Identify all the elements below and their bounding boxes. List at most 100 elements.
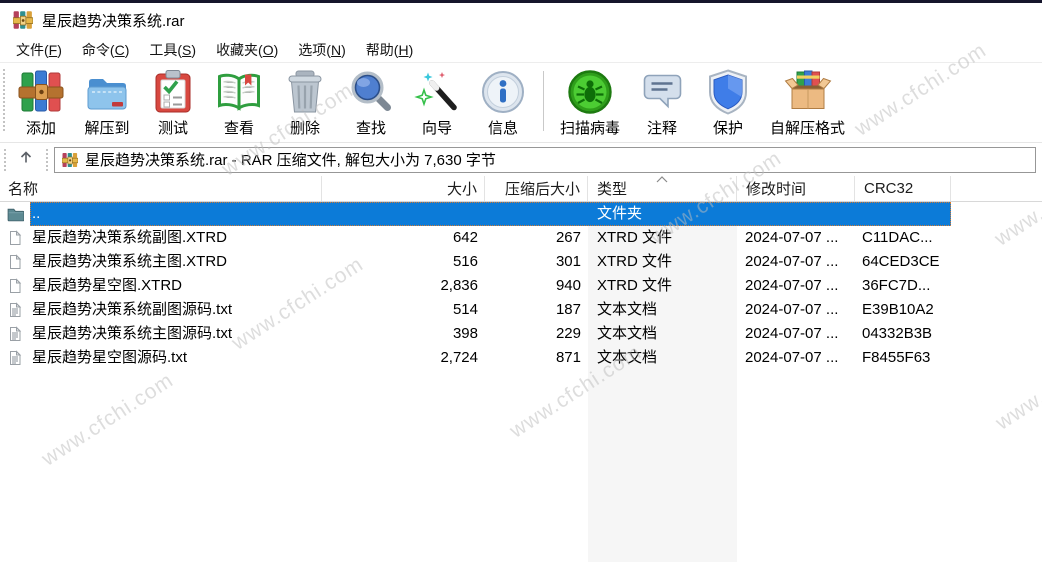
toolbar-info-button[interactable]: 信息 [470, 66, 536, 140]
file-size-cell: 2,836 [440, 277, 478, 294]
file-row-body: 星辰趋势决策系统副图源码.txt 514 187 文本文档 2024-07-07 ...… [30, 298, 951, 322]
toolbar-scan-virus-button[interactable]: 扫描病毒 [551, 66, 629, 140]
file-crc-cell: 64CED3CE [862, 253, 940, 270]
file-packed-cell: 301 [555, 253, 581, 270]
column-header-size[interactable]: 大小 [322, 176, 485, 201]
menu-label-pre: 命令( [81, 41, 115, 58]
file-modified-cell: 2024-07-07 ... [745, 349, 839, 366]
winrar-window: { "window": { "title": "星辰趋势决策系统.rar" },… [0, 0, 1042, 562]
winrar-icon [13, 10, 33, 30]
file-icon [0, 230, 30, 246]
file-crc-cell: C11DAC... [862, 229, 933, 246]
file-name-cell: 星辰趋势决策系统主图源码.txt [32, 325, 233, 342]
sfx-box-icon [784, 68, 832, 116]
toolbar-protect-button[interactable]: 保护 [695, 66, 761, 140]
file-list-header: 名称 大小 压缩后大小 类型 修改时间 CRC32 [0, 176, 1042, 202]
file-row[interactable]: 星辰趋势星空图源码.txt 2,724 871 文本文档 2024-07-07 ... F… [0, 346, 1042, 370]
file-row[interactable]: 星辰趋势星空图.XTRD 2,836 940 XTRD 文件 2024-07-07 ..… [0, 274, 1042, 298]
toolbar-find-button[interactable]: 查找 [338, 66, 404, 140]
file-crc-cell: E39B10A2 [862, 301, 934, 318]
menu-item-options[interactable]: 选项(N) [288, 37, 355, 63]
menu-mnemonic: O [262, 41, 274, 58]
menu-label-post: ) [273, 41, 279, 58]
toolbar-separator [543, 71, 544, 131]
file-packed-cell: 187 [555, 301, 581, 318]
menu-item-file[interactable]: 文件(F) [6, 37, 72, 63]
archive-path-combobox[interactable]: 星辰趋势决策系统.rar - RAR 压缩文件, 解包大小为 7,630 字节 [54, 146, 1036, 173]
menu-mnemonic: H [398, 41, 409, 58]
delete-trash-icon [281, 68, 329, 116]
file-icon [0, 254, 30, 270]
menu-label-pre: 文件( [16, 41, 49, 58]
file-type-cell: 文件夹 [597, 205, 643, 222]
file-list: .. 文件夹 星辰趋势决策系统副图.XTRD 642 267 XTRD 文件 2024-07… [0, 202, 1042, 370]
watermark-text: www.cfchi.com [37, 368, 178, 471]
column-header-label: 类型 [597, 181, 628, 198]
address-bar: 星辰趋势决策系统.rar - RAR 压缩文件, 解包大小为 7,630 字节 [0, 143, 1042, 176]
file-packed-cell: 940 [555, 277, 581, 294]
menu-item-help[interactable]: 帮助(H) [356, 37, 423, 63]
file-modified-cell: 2024-07-07 ... [745, 301, 839, 318]
toolbar-comment-label: 注释 [647, 120, 678, 137]
column-header-label: 修改时间 [746, 181, 807, 198]
file-size-cell: 2,724 [440, 349, 478, 366]
title-bar: 星辰趋势决策系统.rar [0, 3, 1042, 37]
toolbar-info-label: 信息 [487, 120, 518, 137]
column-header-modified[interactable]: 修改时间 [737, 176, 855, 201]
file-row[interactable]: 星辰趋势决策系统主图源码.txt 398 229 文本文档 2024-07-07 ...… [0, 322, 1042, 346]
toolbar-find-label: 查找 [355, 120, 386, 137]
toolbar-add-button[interactable]: 添加 [8, 66, 74, 140]
column-header-type[interactable]: 类型 [588, 176, 737, 201]
file-row[interactable]: 星辰趋势决策系统副图源码.txt 514 187 文本文档 2024-07-07 ...… [0, 298, 1042, 322]
file-row-body: 星辰趋势决策系统主图.XTRD 516 301 XTRD 文件 2024-07-07 .… [30, 250, 951, 274]
menu-mnemonic: N [330, 41, 342, 58]
file-type-cell: XTRD 文件 [597, 253, 673, 270]
toolbar-sfx-button[interactable]: 自解压格式 [761, 66, 854, 140]
toolbar-extract-to-button[interactable]: 解压到 [74, 66, 140, 140]
toolbar-view-label: 查看 [223, 120, 254, 137]
up-one-level-button[interactable] [12, 147, 40, 173]
menu-mnemonic: S [182, 41, 192, 58]
menu-label-post: ) [191, 41, 197, 58]
column-header-packed[interactable]: 压缩后大小 [485, 176, 588, 201]
menu-mnemonic: C [114, 41, 125, 58]
toolbar-view-button[interactable]: 查看 [206, 66, 272, 140]
menu-bar: 文件(F) 命令(C) 工具(S) 收藏夹(O) 选项(N) 帮助(H) [0, 37, 1042, 63]
toolbar-comment-button[interactable]: 注释 [629, 66, 695, 140]
toolbar-delete-button[interactable]: 删除 [272, 66, 338, 140]
file-size-cell: 642 [452, 229, 478, 246]
toolbar-sfx-label: 自解压格式 [770, 120, 846, 137]
menu-mnemonic: F [48, 41, 58, 58]
window-title: 星辰趋势决策系统.rar [42, 12, 185, 30]
file-row-body: 星辰趋势决策系统主图源码.txt 398 229 文本文档 2024-07-07 ...… [30, 322, 951, 346]
file-size-cell: 516 [452, 253, 478, 270]
toolbar-wizard-button[interactable]: 向导 [404, 66, 470, 140]
add-books-icon [17, 68, 65, 116]
file-name-cell: 星辰趋势决策系统副图源码.txt [32, 301, 233, 318]
file-row[interactable]: 星辰趋势决策系统副图.XTRD 642 267 XTRD 文件 2024-07-07 .… [0, 226, 1042, 250]
file-packed-cell: 267 [555, 229, 581, 246]
file-crc-cell: 04332B3B [862, 325, 933, 342]
file-type-cell: 文本文档 [597, 301, 658, 318]
menu-label-post: ) [341, 41, 346, 58]
column-header-crc[interactable]: CRC32 [855, 176, 951, 201]
info-icon [479, 68, 527, 116]
menu-item-commands[interactable]: 命令(C) [72, 37, 139, 63]
toolbar-test-button[interactable]: 测试 [140, 66, 206, 140]
file-crc-cell: 36FC7D... [862, 277, 931, 294]
folder-up-icon [0, 206, 30, 223]
menu-item-tools[interactable]: 工具(S) [139, 37, 206, 63]
menu-label-pre: 帮助( [365, 41, 399, 58]
column-header-name[interactable]: 名称 [0, 176, 322, 201]
up-arrow-icon [18, 149, 34, 170]
menu-label-post: ) [57, 41, 62, 58]
file-name-cell: 星辰趋势星空图源码.txt [32, 349, 188, 366]
file-row[interactable]: .. 文件夹 [0, 202, 1042, 226]
find-magnifier-icon [347, 68, 395, 116]
test-clipboard-icon [149, 68, 197, 116]
file-row[interactable]: 星辰趋势决策系统主图.XTRD 516 301 XTRD 文件 2024-07-07 .… [0, 250, 1042, 274]
file-type-cell: XTRD 文件 [597, 277, 673, 294]
file-modified-cell: 2024-07-07 ... [745, 325, 839, 342]
menu-label-pre: 工具( [149, 41, 183, 58]
menu-item-favorites[interactable]: 收藏夹(O) [206, 37, 288, 63]
